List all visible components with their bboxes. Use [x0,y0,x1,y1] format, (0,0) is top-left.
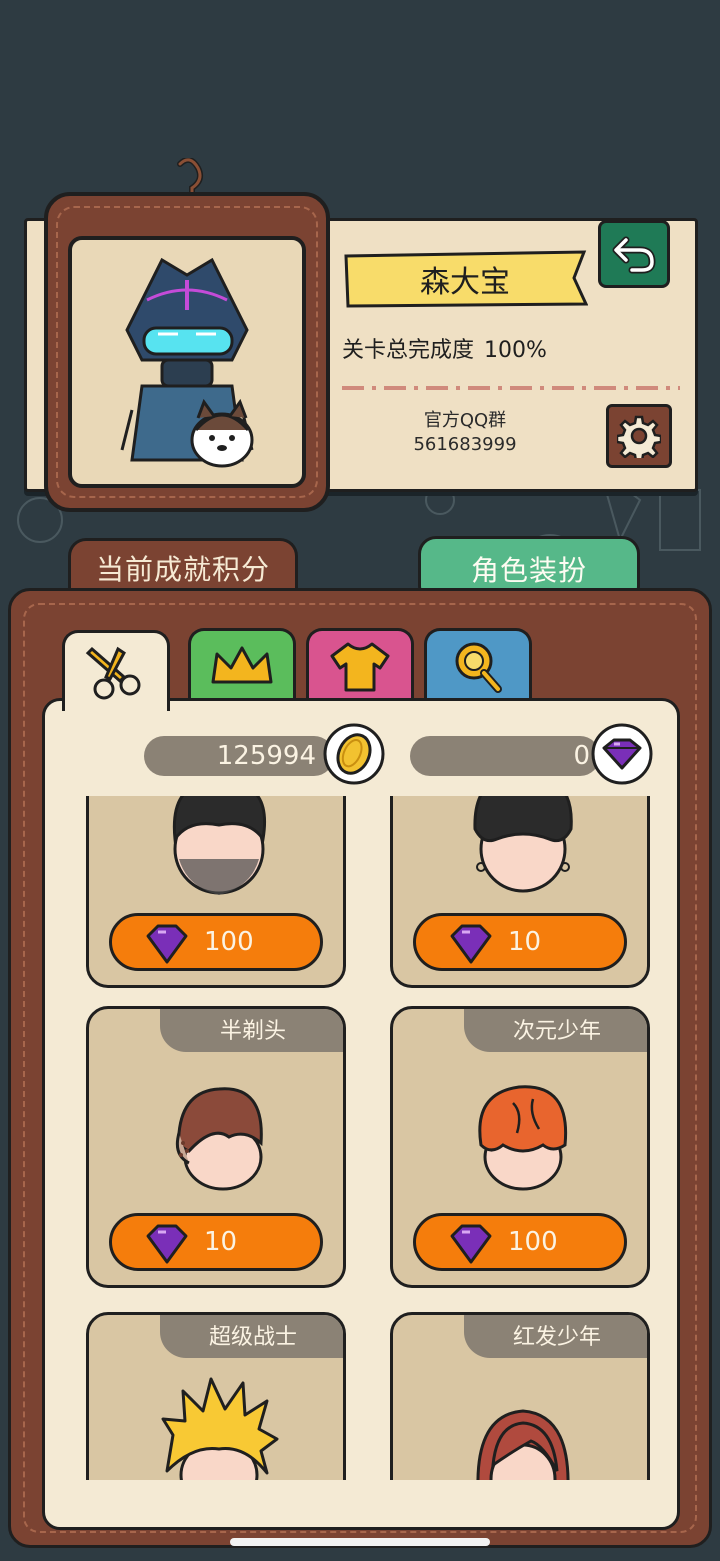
gear-icon [617,415,661,458]
gem-icon [146,924,188,964]
item-name: 红发少年 [464,1315,647,1358]
item-price: 10 [204,1227,238,1257]
buy-button[interactable]: 100 [413,1213,627,1271]
hairstyle-preview-icon [478,1085,568,1191]
item-price: 10 [508,927,542,957]
item-grid[interactable]: 100 10 半剃头 10 次元少年 100 超级战士 红发少年 [44,796,678,1480]
buy-button[interactable]: 10 [109,1213,323,1271]
item-price: 100 [508,1227,558,1257]
qq-group-number: 561683999 [413,434,517,455]
character-avatar [68,236,306,488]
gem-icon [146,1224,188,1264]
level-completion: 关卡总完成度 100% [342,332,547,364]
hairstyle-preview-icon [161,1377,279,1480]
tab-accessory[interactable] [424,628,532,703]
settings-button[interactable] [606,404,672,468]
tab-hairstyle[interactable] [62,630,170,711]
item-name: 次元少年 [464,1009,647,1052]
tab-hat[interactable] [188,628,296,703]
completion-label: 关卡总完成度 [342,338,475,363]
gem-balance: 0 [410,736,600,776]
player-name: 森大宝 [420,265,510,300]
avatar-frame [44,192,330,512]
item-card[interactable]: 100 [86,796,346,988]
tab-clothes[interactable] [306,628,414,703]
qq-group-label: 官方QQ群 [423,410,507,431]
hairstyle-preview-icon [473,796,573,893]
item-name: 超级战士 [160,1315,343,1358]
item-card[interactable]: 红发少年 [390,1312,650,1480]
coin-balance: 125994 [144,736,334,776]
item-card[interactable]: 10 [390,796,650,988]
item-price: 100 [204,927,254,957]
hairstyle-preview-icon [476,1409,570,1480]
scissors-icon [85,646,141,700]
completion-value: 100% [484,338,547,363]
gem-icon [450,924,492,964]
item-card[interactable]: 次元少年 100 [390,1006,650,1288]
gem-icon [450,1224,492,1264]
item-card[interactable]: 半剃头 10 [86,1006,346,1288]
item-name: 半剃头 [160,1009,343,1052]
coin-icon [323,723,385,785]
home-indicator[interactable] [230,1538,490,1546]
hairstyle-preview-icon [175,1087,263,1191]
back-arrow-icon [612,236,656,274]
divider [342,386,680,390]
shirt-icon [330,642,390,692]
buy-button[interactable]: 100 [109,913,323,971]
buy-button[interactable]: 10 [413,913,627,971]
achievement-points-tab[interactable]: 当前成就积分 [68,538,298,595]
gem-icon [591,723,653,785]
hairstyle-preview-icon [172,796,267,895]
character-icon [120,257,254,468]
magnifier-icon [455,642,502,693]
back-button[interactable] [598,220,670,288]
crown-icon [211,646,273,684]
item-card[interactable]: 超级战士 [86,1312,346,1480]
